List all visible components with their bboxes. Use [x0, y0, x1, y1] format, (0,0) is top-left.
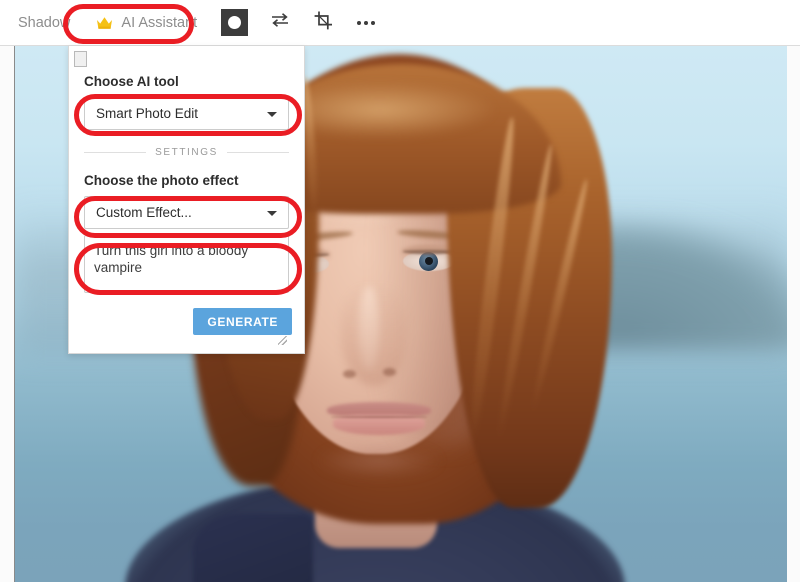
- more-dot-1: [357, 20, 362, 25]
- ai-tool-select-value: Smart Photo Edit: [96, 106, 199, 121]
- subject-nose-highlight: [359, 286, 379, 370]
- shadow-tool-button[interactable]: Shadow: [18, 0, 70, 46]
- mask-shape-dot: [228, 16, 242, 29]
- panel-tab-icon[interactable]: [74, 51, 87, 67]
- subject-nostril-left: [343, 370, 356, 378]
- crown-icon: [96, 16, 113, 30]
- crop-icon[interactable]: [314, 11, 333, 35]
- divider-line-left: [84, 152, 147, 153]
- more-dot-3: [371, 20, 376, 25]
- panel-body: Choose AI tool Smart Photo Edit SETTINGS…: [69, 46, 304, 298]
- subject-nostril-right: [383, 368, 396, 376]
- lip-lower: [333, 415, 425, 435]
- mask-shape-icon[interactable]: [221, 9, 249, 36]
- photo-effect-select[interactable]: Custom Effect...: [84, 196, 289, 229]
- ai-assistant-panel: Choose AI tool Smart Photo Edit SETTINGS…: [68, 46, 305, 354]
- ai-assistant-button[interactable]: AI Assistant: [96, 0, 197, 46]
- lip-line: [331, 416, 427, 418]
- app-window: Shadow AI Assistant Choose AI tool Smart…: [0, 0, 800, 582]
- choose-photo-effect-label: Choose the photo effect: [84, 173, 239, 188]
- photo-effect-select-value: Custom Effect...: [96, 205, 192, 220]
- subject-chin-shadow: [315, 444, 443, 478]
- settings-divider-label: SETTINGS: [155, 147, 218, 158]
- prompt-input[interactable]: [84, 235, 289, 293]
- top-toolbar: Shadow AI Assistant: [0, 0, 800, 46]
- subject-shirt: [193, 514, 313, 582]
- ai-assistant-label: AI Assistant: [121, 14, 198, 31]
- choose-ai-tool-label: Choose AI tool: [84, 74, 179, 89]
- shadow-tool-label: Shadow: [18, 14, 71, 31]
- generate-button[interactable]: GENERATE: [193, 308, 292, 335]
- settings-divider: SETTINGS: [84, 147, 289, 158]
- textarea-resize-grip[interactable]: [278, 336, 287, 345]
- chevron-down-icon: [267, 210, 277, 216]
- more-dot-2: [364, 20, 369, 25]
- swap-arrows-icon[interactable]: [270, 12, 290, 33]
- chevron-down-icon: [267, 111, 277, 117]
- more-options-icon[interactable]: [357, 20, 376, 25]
- ai-tool-select[interactable]: Smart Photo Edit: [84, 97, 289, 130]
- subject-lips: [327, 402, 431, 436]
- divider-line-right: [226, 152, 289, 153]
- eye-pupil: [425, 257, 433, 265]
